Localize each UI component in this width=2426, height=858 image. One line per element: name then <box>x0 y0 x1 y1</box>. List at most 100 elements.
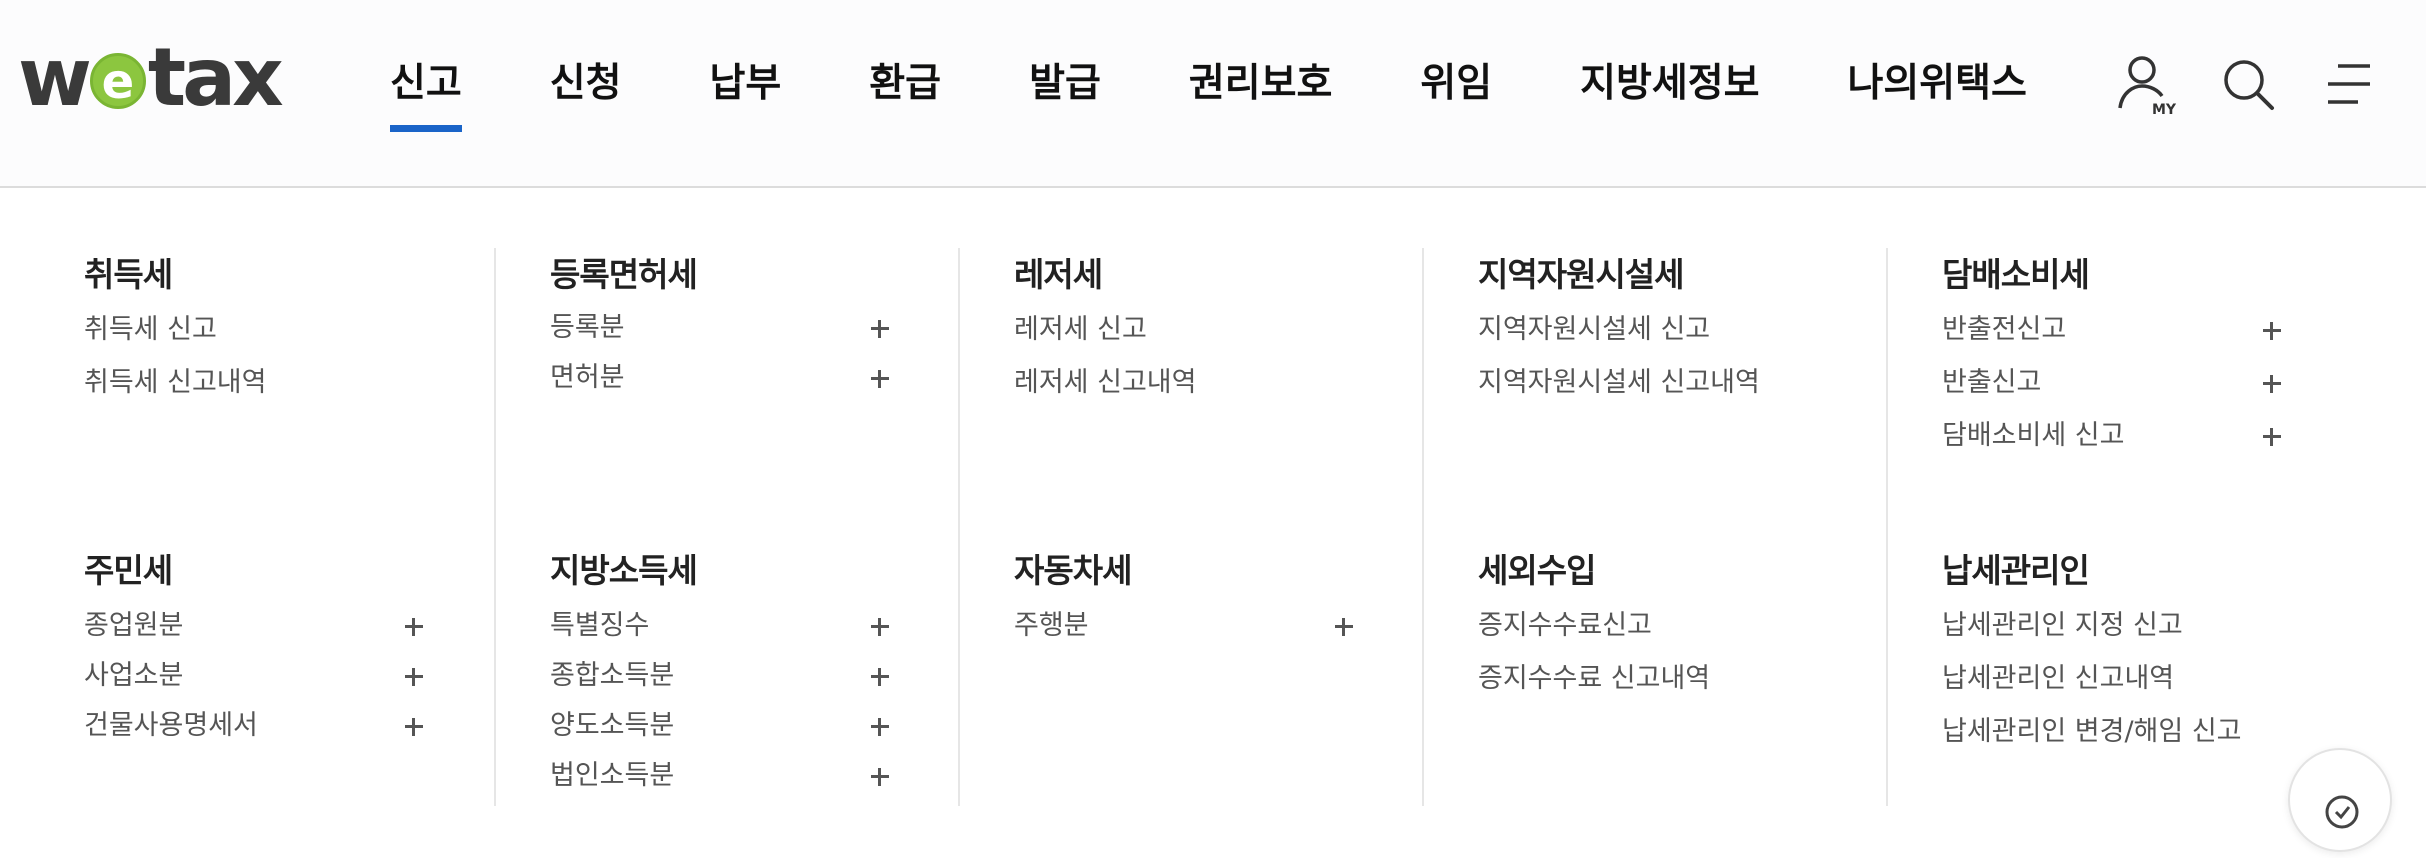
plus-icon[interactable] <box>399 611 429 641</box>
group-title[interactable]: 담배소비세 <box>1942 248 2090 296</box>
menu-link-label: 지역자원시설세 신고 <box>1478 314 1711 345</box>
group-title[interactable]: 지역자원시설세 <box>1478 248 1685 296</box>
wetax-logo[interactable]: w e tax <box>18 31 284 124</box>
menu-column-1: 취득세 취득세 신고 취득세 신고내역 주민세 종업원분 사업소분 건물사용명세… <box>84 248 548 806</box>
menu-link[interactable]: 지역자원시설세 신고내역 <box>1478 363 1940 403</box>
mega-menu: 취득세 취득세 신고 취득세 신고내역 주민세 종업원분 사업소분 건물사용명세… <box>0 190 2426 852</box>
nav-item-report[interactable]: 신고 <box>390 52 462 132</box>
menu-link[interactable]: 사업소분 <box>84 656 548 696</box>
menu-column-4: 지역자원시설세 지역자원시설세 신고 지역자원시설세 신고내역 세외수입 증지수… <box>1422 248 1886 806</box>
menu-link-label: 취득세 신고 <box>84 314 217 345</box>
logo-text-tax: tax <box>147 31 284 124</box>
menu-link-label: 증지수수료신고 <box>1478 610 1652 641</box>
menu-link-label: 납세관리인 신고내역 <box>1942 663 2175 694</box>
menu-link[interactable]: 증지수수료 신고내역 <box>1478 659 1940 699</box>
plus-icon[interactable] <box>865 711 895 741</box>
menu-link-label: 종업원분 <box>84 610 184 641</box>
menu-link-label: 납세관리인 변경/해임 신고 <box>1942 716 2242 747</box>
menu-column-2: 등록면허세 등록분 면허분 지방소득세 특별징수 종합소득분 양도소득분 법인소… <box>494 248 958 806</box>
clock-check-icon <box>2325 795 2359 829</box>
menu-button[interactable] <box>2318 52 2382 116</box>
menu-link[interactable]: 양도소득분 <box>550 706 1012 746</box>
group-title[interactable]: 자동차세 <box>1014 544 1132 592</box>
menu-link-label: 납세관리인 지정 신고 <box>1942 610 2183 641</box>
menu-link-label: 레저세 신고 <box>1014 314 1147 345</box>
search-button[interactable] <box>2216 52 2280 116</box>
menu-link-label: 증지수수료 신고내역 <box>1478 663 1711 694</box>
menu-link[interactable]: 증지수수료신고 <box>1478 606 1940 646</box>
plus-icon[interactable] <box>865 661 895 691</box>
menu-link[interactable]: 건물사용명세서 <box>84 706 548 746</box>
my-page-button[interactable]: MY <box>2112 52 2177 118</box>
menu-link-label: 건물사용명세서 <box>84 710 258 741</box>
menu-link-label: 특별징수 <box>550 610 650 641</box>
plus-icon[interactable] <box>2257 421 2287 451</box>
menu-icon <box>2328 64 2370 104</box>
menu-link[interactable]: 지역자원시설세 신고 <box>1478 310 1940 350</box>
menu-link-label: 등록분 <box>550 312 625 343</box>
menu-link[interactable]: 반출전신고 <box>1942 310 2404 350</box>
nav-item-delegation[interactable]: 위임 <box>1420 52 1492 132</box>
plus-icon[interactable] <box>865 611 895 641</box>
menu-link[interactable]: 면허분 <box>550 358 1012 398</box>
nav-item-rights[interactable]: 권리보호 <box>1189 52 1333 132</box>
menu-link-label: 주행분 <box>1014 610 1089 641</box>
plus-icon[interactable] <box>2257 368 2287 398</box>
nav-item-apply[interactable]: 신청 <box>550 52 622 132</box>
menu-link[interactable]: 주행분 <box>1014 606 1476 646</box>
logo-e-circle: e <box>89 53 146 109</box>
user-icon: MY <box>2118 56 2177 118</box>
search-icon <box>2224 60 2274 110</box>
menu-link[interactable]: 레저세 신고내역 <box>1014 363 1476 403</box>
menu-link-label: 반출전신고 <box>1942 314 2067 345</box>
menu-link-label: 양도소득분 <box>550 710 675 741</box>
nav-item-local-tax-info[interactable]: 지방세정보 <box>1580 52 1759 132</box>
menu-link-label: 사업소분 <box>84 660 184 691</box>
menu-link-label: 반출신고 <box>1942 367 2042 398</box>
plus-icon[interactable] <box>865 313 895 343</box>
menu-link[interactable]: 반출신고 <box>1942 363 2404 403</box>
menu-link[interactable]: 담배소비세 신고 <box>1942 416 2404 456</box>
menu-link[interactable]: 취득세 신고 <box>84 310 548 350</box>
menu-link[interactable]: 납세관리인 신고내역 <box>1942 659 2404 699</box>
menu-link[interactable]: 납세관리인 변경/해임 신고 <box>1942 712 2404 752</box>
plus-icon[interactable] <box>865 363 895 393</box>
menu-link[interactable]: 종업원분 <box>84 606 548 646</box>
menu-link-label: 레저세 신고내역 <box>1014 367 1197 398</box>
menu-link[interactable]: 취득세 신고내역 <box>84 363 548 403</box>
menu-link-label: 지역자원시설세 신고내역 <box>1478 367 1760 398</box>
logo-text-w: w <box>18 31 92 124</box>
nav-item-refund[interactable]: 환급 <box>869 52 941 132</box>
plus-icon[interactable] <box>2257 315 2287 345</box>
menu-link-label: 종합소득분 <box>550 660 675 691</box>
menu-link-label: 취득세 신고내역 <box>84 367 267 398</box>
menu-link[interactable]: 특별징수 <box>550 606 1012 646</box>
menu-link[interactable]: 레저세 신고 <box>1014 310 1476 350</box>
menu-link[interactable]: 법인소득분 <box>550 756 1012 796</box>
plus-icon[interactable] <box>399 711 429 741</box>
group-title[interactable]: 주민세 <box>84 544 173 592</box>
group-title[interactable]: 납세관리인 <box>1942 544 2090 592</box>
group-title[interactable]: 지방소득세 <box>550 544 698 592</box>
menu-link[interactable]: 납세관리인 지정 신고 <box>1942 606 2404 646</box>
main-nav: 신고 신청 납부 환급 발급 권리보호 위임 지방세정보 나의위택스 <box>388 52 2027 132</box>
group-title[interactable]: 레저세 <box>1014 248 1103 296</box>
nav-item-payment[interactable]: 납부 <box>710 52 782 132</box>
menu-link-label: 법인소득분 <box>550 760 675 791</box>
site-header: w e tax 신고 신청 납부 환급 발급 권리보호 위임 지방세정보 나의위… <box>0 0 2426 188</box>
nav-item-issue[interactable]: 발급 <box>1029 52 1101 132</box>
menu-column-5: 담배소비세 반출전신고 반출신고 담배소비세 신고 납세관리인 납세관리인 지정… <box>1886 248 2350 806</box>
menu-link[interactable]: 종합소득분 <box>550 656 1012 696</box>
menu-link[interactable]: 등록분 <box>550 308 1012 348</box>
group-title[interactable]: 취득세 <box>84 248 173 296</box>
group-title[interactable]: 등록면허세 <box>550 248 698 296</box>
menu-column-3: 레저세 레저세 신고 레저세 신고내역 자동차세 주행분 <box>958 248 1422 806</box>
floating-action-button[interactable] <box>2288 748 2392 852</box>
plus-icon[interactable] <box>399 661 429 691</box>
nav-item-my-wetax[interactable]: 나의위택스 <box>1848 52 2027 132</box>
menu-link-label: 면허분 <box>550 362 625 393</box>
my-badge: MY <box>2152 102 2176 116</box>
plus-icon[interactable] <box>865 761 895 791</box>
plus-icon[interactable] <box>1329 611 1359 641</box>
group-title[interactable]: 세외수입 <box>1478 544 1596 592</box>
